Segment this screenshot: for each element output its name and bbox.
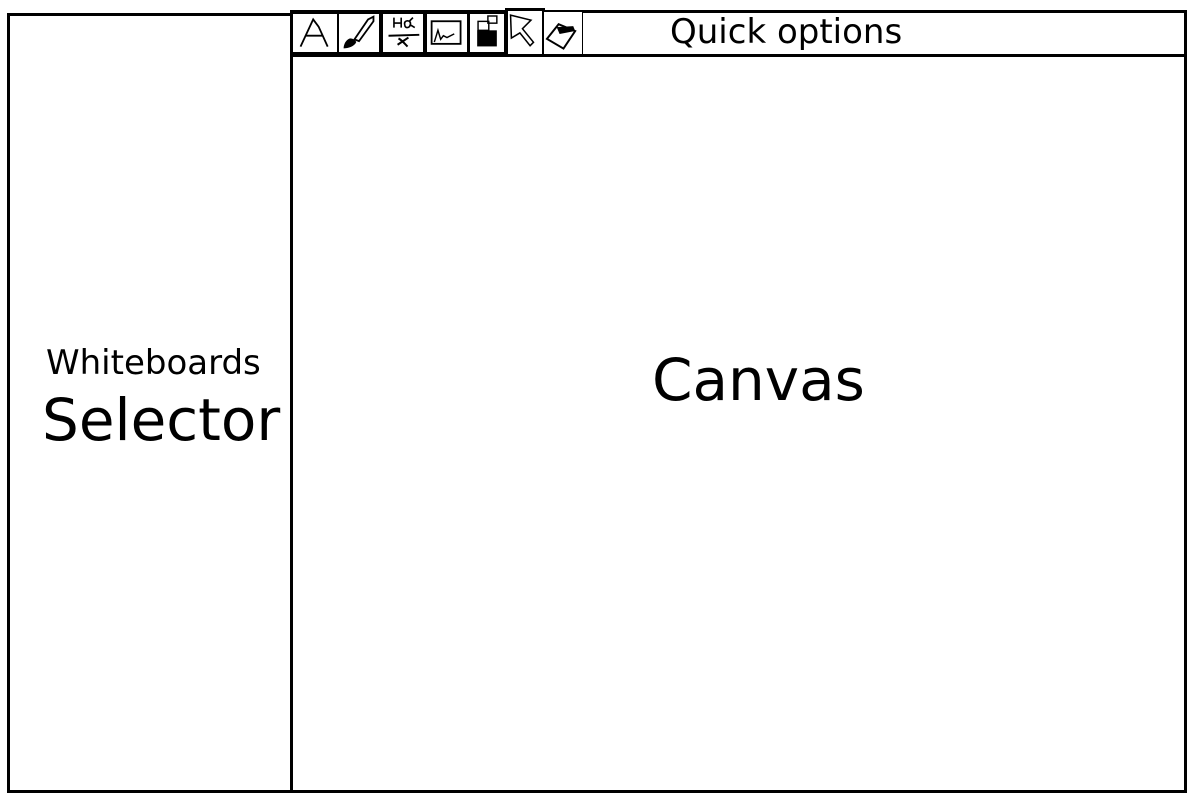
sidebar-title-small: Whiteboards [46,343,261,383]
paste-tool-button[interactable] [468,12,506,54]
image-icon [430,20,462,45]
eraser-tool-button[interactable] [544,12,583,54]
quick-options-label: Quick options [670,12,903,52]
text-icon [299,17,329,47]
pointer-icon [509,14,535,47]
image-tool-button[interactable] [425,12,469,54]
paste-icon [477,15,498,47]
brush-tool-button[interactable] [337,12,381,54]
eraser-icon [545,23,577,50]
formula-icon [388,17,420,48]
formula-tool-button[interactable] [381,12,425,54]
text-tool-button[interactable] [291,12,339,54]
pointer-tool-button[interactable] [505,8,545,57]
brush-icon [343,15,375,49]
sidebar-title-big: Selector [42,386,281,454]
canvas-label: Canvas [652,346,865,414]
